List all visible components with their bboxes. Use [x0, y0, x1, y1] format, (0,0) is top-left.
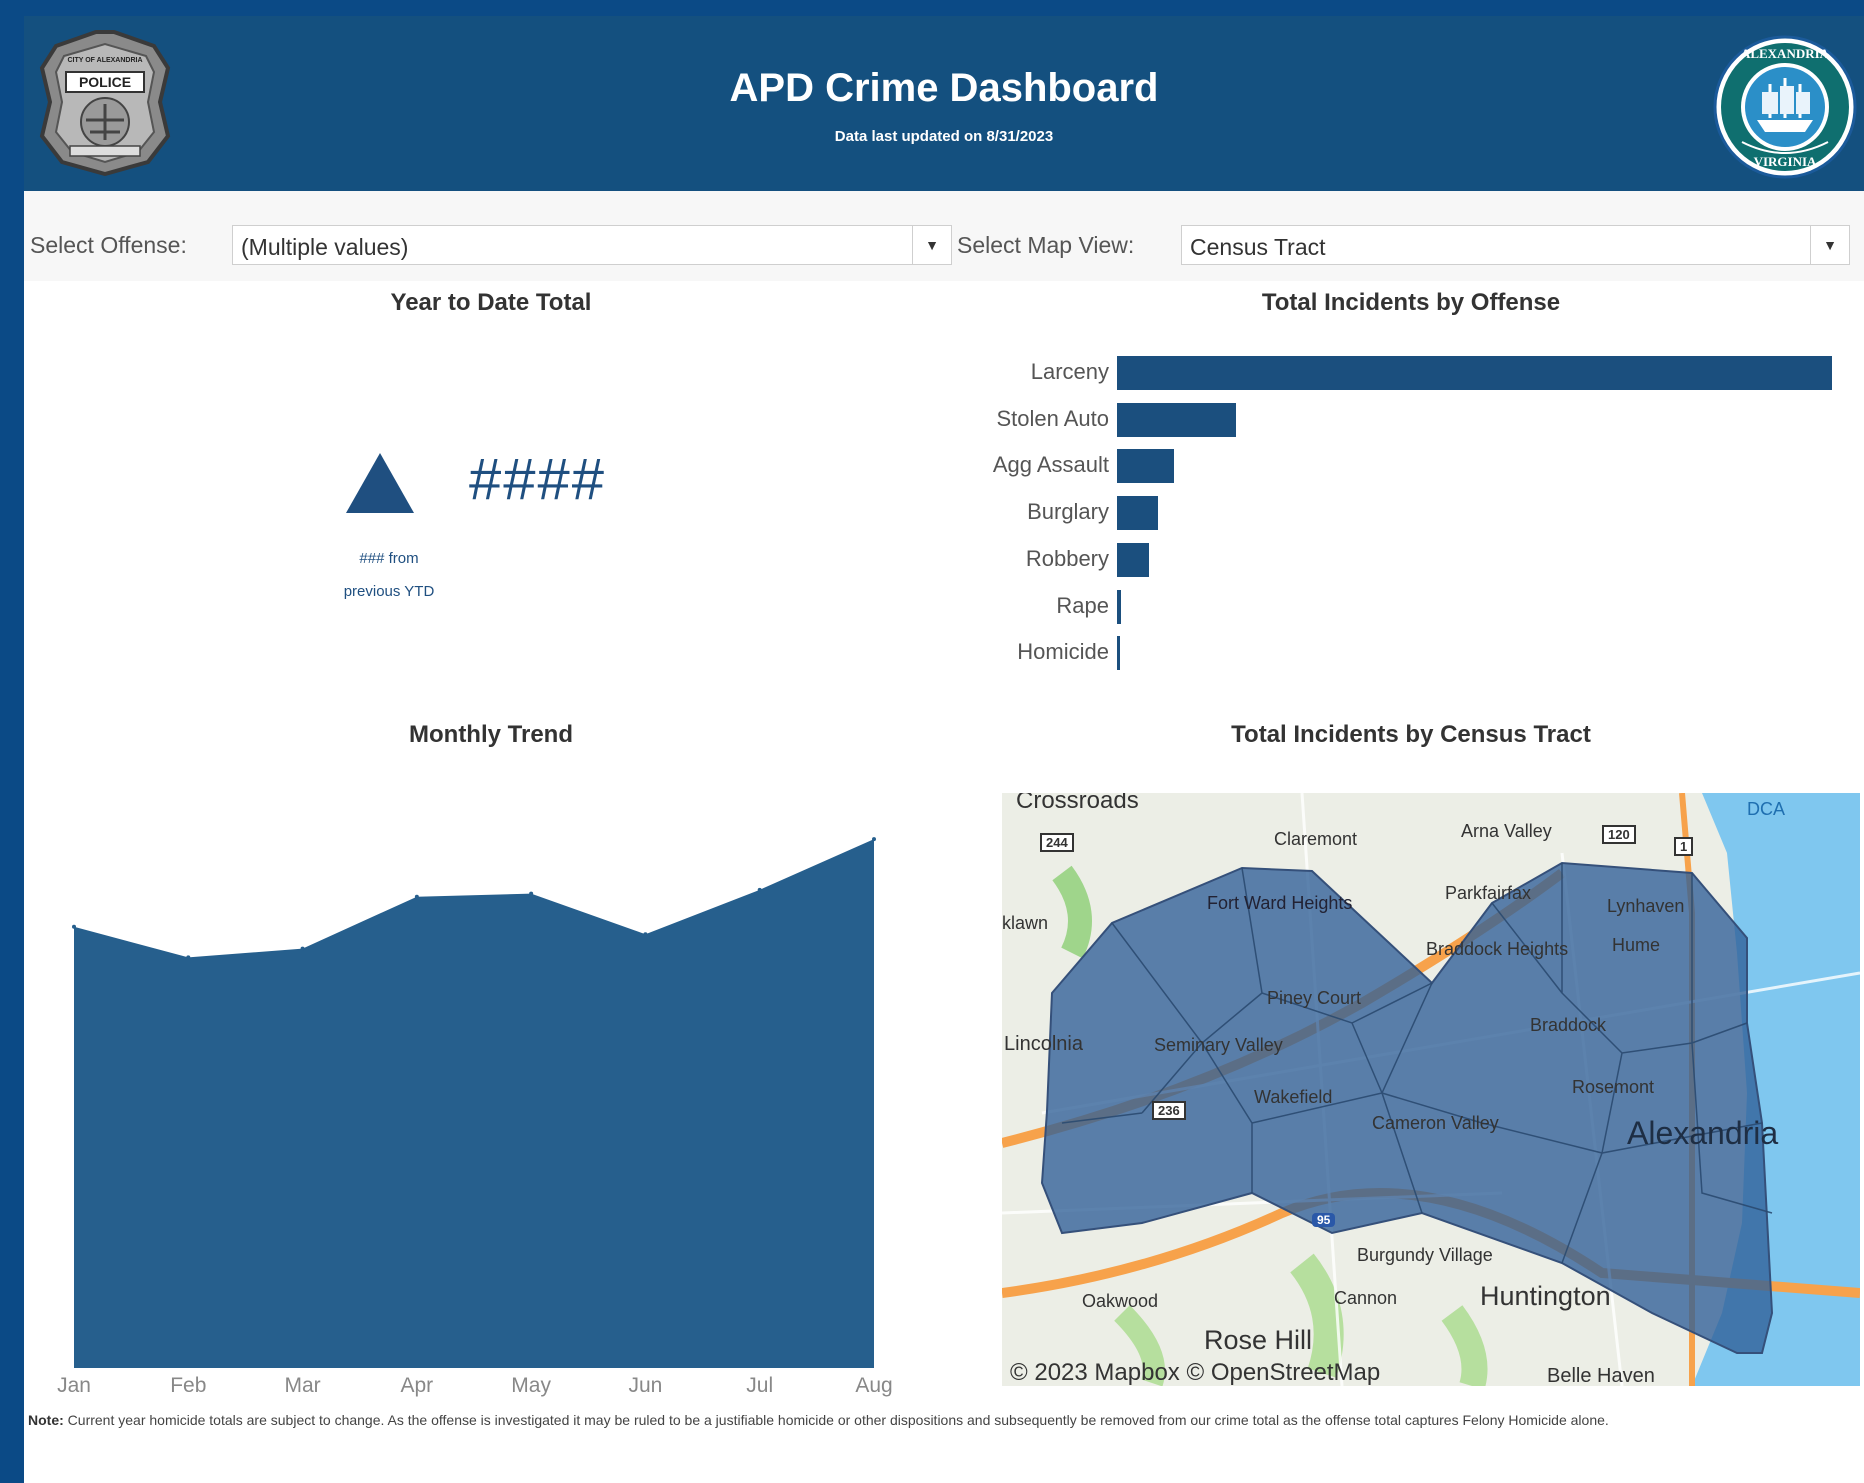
- ytd-panel-title: Year to Date Total: [390, 289, 592, 316]
- ytd-change-text: ### from previous YTD: [314, 542, 464, 608]
- map-label: Cannon: [1334, 1288, 1398, 1308]
- monthly-point[interactable]: [300, 946, 305, 951]
- bar-label: Robbery: [1025, 545, 1109, 571]
- map-panel-title: Total Incidents by Census Tract: [1231, 721, 1591, 748]
- map-label: Lincolnia: [1004, 1033, 1083, 1055]
- chevron-down-icon[interactable]: ▼: [912, 226, 951, 264]
- map-label: Wakefield: [1254, 1087, 1333, 1107]
- select-map-view-label: Select Map View:: [957, 232, 1135, 258]
- ytd-change-line1: ### from: [359, 550, 419, 567]
- interstate-shield-icon: 95: [1312, 1213, 1336, 1227]
- month-tick-label: Jun: [628, 1374, 663, 1397]
- dashboard: POLICE CITY OF ALEXANDRIA APD Crime Dash…: [24, 16, 1864, 1483]
- map-label: Huntington: [1480, 1281, 1611, 1311]
- dashboard-title: APD Crime Dashboard: [729, 66, 1159, 110]
- route-shield-icon: 244: [1040, 833, 1074, 852]
- map-label: Piney Court: [1267, 988, 1362, 1008]
- footnote-label: Note:: [28, 1412, 64, 1428]
- city-seal-logo: ALEXANDRIA VIRGINIA: [1713, 35, 1857, 179]
- month-tick-label: Jan: [57, 1374, 91, 1397]
- map-view-dropdown[interactable]: Census Tract ▼: [1181, 225, 1850, 265]
- month-tick-label: Mar: [284, 1374, 321, 1397]
- triangle-up-icon: [346, 453, 414, 513]
- filter-bar: Select Offense: (Multiple values) ▼ Sele…: [24, 191, 1864, 281]
- footnote-text: Current year homicide totals are subject…: [67, 1412, 1609, 1428]
- map-label: klawn: [1002, 913, 1049, 933]
- map-label: Seminary Valley: [1154, 1035, 1283, 1055]
- monthly-point[interactable]: [414, 894, 419, 899]
- monthly-point[interactable]: [72, 924, 76, 929]
- offense-bar[interactable]: [1117, 449, 1175, 484]
- offense-bar[interactable]: [1117, 496, 1159, 531]
- monthly-point[interactable]: [186, 955, 191, 960]
- map-label: Belle Haven: [1547, 1365, 1655, 1386]
- bar-label: Burglary: [1027, 499, 1109, 525]
- bar-label: Agg Assault: [992, 452, 1109, 478]
- map-label: DCA: [1747, 799, 1786, 819]
- offense-bar[interactable]: [1117, 356, 1832, 390]
- route-shield-icon: 120: [1602, 825, 1636, 844]
- footnote: Note: Current year homicide totals are s…: [28, 1408, 1828, 1433]
- month-tick-label: Apr: [400, 1374, 434, 1397]
- monthly-point[interactable]: [643, 932, 648, 937]
- map-label: Fort Ward Heights: [1207, 893, 1353, 913]
- map-label: Rose Hill: [1204, 1325, 1313, 1355]
- offense-bar[interactable]: [1117, 589, 1121, 624]
- map-label: Braddock: [1530, 1015, 1607, 1035]
- svg-text:ALEXANDRIA: ALEXANDRIA: [1741, 46, 1830, 61]
- offense-dropdown[interactable]: (Multiple values) ▼: [232, 225, 952, 265]
- map-label: Cameron Valley: [1372, 1113, 1499, 1133]
- month-tick-label: Jul: [746, 1374, 774, 1397]
- map-label: Parkfairfax: [1445, 883, 1532, 903]
- map-view-dropdown-value: Census Tract: [1190, 234, 1326, 260]
- map-label: Rosemont: [1572, 1077, 1655, 1097]
- monthly-point[interactable]: [757, 887, 762, 892]
- map-label: Lynhaven: [1607, 896, 1685, 916]
- monthly-point[interactable]: [529, 891, 534, 896]
- monthly-trend-title: Monthly Trend: [409, 721, 573, 748]
- offense-bar[interactable]: [1117, 542, 1150, 577]
- route-shield-icon: 1: [1674, 837, 1694, 856]
- map-attribution[interactable]: © 2023 Mapbox © OpenStreetMap: [1010, 1359, 1380, 1386]
- census-tract-map[interactable]: Crossroads Claremont Arna Valley DCA For…: [1002, 793, 1860, 1386]
- map-label: Alexandria: [1627, 1115, 1779, 1151]
- monthly-area-chart: [72, 837, 876, 1368]
- map-label: Hume: [1612, 935, 1661, 955]
- bar-label: Larceny: [1030, 359, 1109, 384]
- select-offense-label: Select Offense:: [30, 232, 187, 258]
- offense-chart-title: Total Incidents by Offense: [1261, 289, 1561, 316]
- map-label: Burgundy Village: [1357, 1245, 1493, 1265]
- bar-label: Rape: [1056, 592, 1109, 618]
- offense-bar[interactable]: [1117, 402, 1237, 437]
- map-label: Claremont: [1274, 829, 1358, 849]
- monthly-area[interactable]: [74, 839, 874, 1368]
- svg-text:CITY OF ALEXANDRIA: CITY OF ALEXANDRIA: [67, 57, 142, 64]
- ytd-change-line2: previous YTD: [343, 583, 435, 600]
- monthly-point[interactable]: [872, 837, 876, 842]
- bar-label: Stolen Auto: [996, 405, 1109, 431]
- map-label: Crossroads: [1016, 793, 1139, 814]
- header-banner: POLICE CITY OF ALEXANDRIA APD Crime Dash…: [24, 16, 1864, 191]
- map-label: Oakwood: [1082, 1291, 1159, 1311]
- data-updated-text: Data last updated on 8/31/2023: [834, 128, 1054, 145]
- month-tick-label: Aug: [855, 1374, 893, 1397]
- offense-bar[interactable]: [1117, 636, 1120, 671]
- map-label: Arna Valley: [1461, 821, 1552, 841]
- route-shield-icon: 236: [1152, 1101, 1186, 1120]
- month-tick-label: May: [511, 1374, 551, 1397]
- chevron-down-icon[interactable]: ▼: [1810, 226, 1849, 264]
- ytd-total-value: ####: [469, 447, 607, 512]
- svg-text:VIRGINIA: VIRGINIA: [1754, 154, 1817, 169]
- month-tick-label: Feb: [170, 1374, 207, 1397]
- map-label: Braddock Heights: [1426, 939, 1569, 959]
- offense-dropdown-value: (Multiple values): [241, 234, 409, 260]
- bar-label: Homicide: [1017, 639, 1109, 665]
